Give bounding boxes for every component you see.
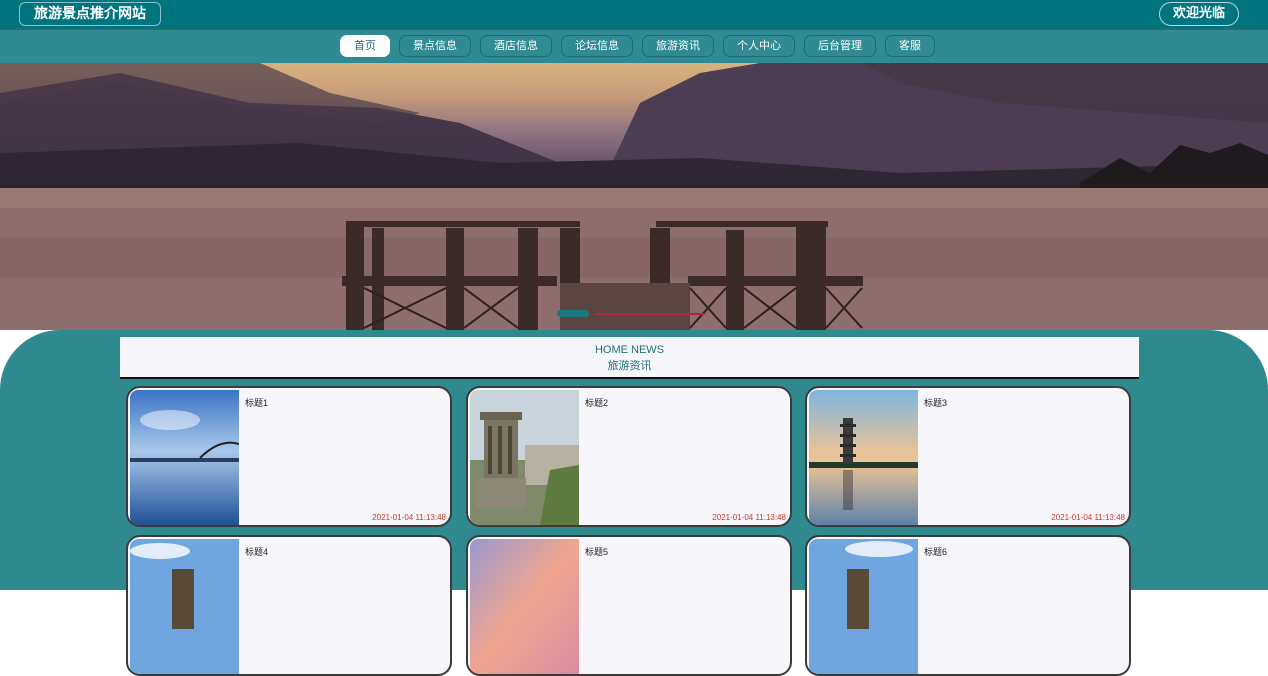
nav-item-home[interactable]: 首页 [340,35,390,57]
site-title[interactable]: 旅游景点推介网站 [19,2,161,26]
nav-item-hotels[interactable]: 酒店信息 [480,35,552,57]
hero-banner[interactable] [0,63,1268,330]
news-time: 2021-01-04 11:13:48 [1051,513,1125,522]
news-time: 2021-01-04 11:13:48 [372,513,446,522]
nav-item-attractions[interactable]: 景点信息 [399,35,471,57]
banner-image [0,63,1268,330]
carousel-indicators[interactable] [557,310,705,317]
welcome-badge: 欢迎光临 [1158,2,1239,26]
news-card[interactable]: 标题6 [805,535,1131,676]
news-thumbnail[interactable] [470,539,579,674]
main-nav: 首页 景点信息 酒店信息 论坛信息 旅游资讯 个人中心 后台管理 客服 [0,28,1268,63]
news-section: HOME NEWS 旅游资讯 标题1 2021-01-04 11:13:48 标… [0,330,1268,676]
news-title[interactable]: 标题5 [585,545,608,558]
news-title-cn: 旅游资讯 [607,360,652,372]
news-title[interactable]: 标题3 [924,396,947,409]
news-thumbnail[interactable] [809,390,918,525]
nav-item-support[interactable]: 客服 [885,35,935,57]
news-card[interactable]: 标题2 2021-01-04 11:13:48 [466,386,792,527]
news-header: HOME NEWS 旅游资讯 [120,337,1139,379]
news-title[interactable]: 标题1 [245,396,268,409]
news-card[interactable]: 标题5 [466,535,792,676]
news-title[interactable]: 标题4 [245,545,268,558]
nav-item-news[interactable]: 旅游资讯 [642,35,714,57]
news-title[interactable]: 标题6 [924,545,947,558]
news-title-en: HOME NEWS [594,344,665,356]
nav-item-profile[interactable]: 个人中心 [723,35,795,57]
news-thumbnail[interactable] [130,539,239,674]
news-thumbnail[interactable] [130,390,239,525]
news-card[interactable]: 标题1 2021-01-04 11:13:48 [126,386,452,527]
news-card[interactable]: 标题3 2021-01-04 11:13:48 [805,386,1131,527]
news-thumbnail[interactable] [809,539,918,674]
news-thumbnail[interactable] [470,390,579,525]
nav-list: 首页 景点信息 酒店信息 论坛信息 旅游资讯 个人中心 后台管理 客服 [340,35,935,57]
nav-item-admin[interactable]: 后台管理 [804,35,876,57]
news-time: 2021-01-04 11:13:48 [712,513,786,522]
news-card[interactable]: 标题4 [126,535,452,676]
carousel-dot-active[interactable] [557,310,589,317]
news-title[interactable]: 标题2 [585,396,608,409]
top-bar: 旅游景点推介网站 欢迎光临 [0,0,1268,28]
carousel-progress [595,313,705,315]
nav-item-forum[interactable]: 论坛信息 [561,35,633,57]
